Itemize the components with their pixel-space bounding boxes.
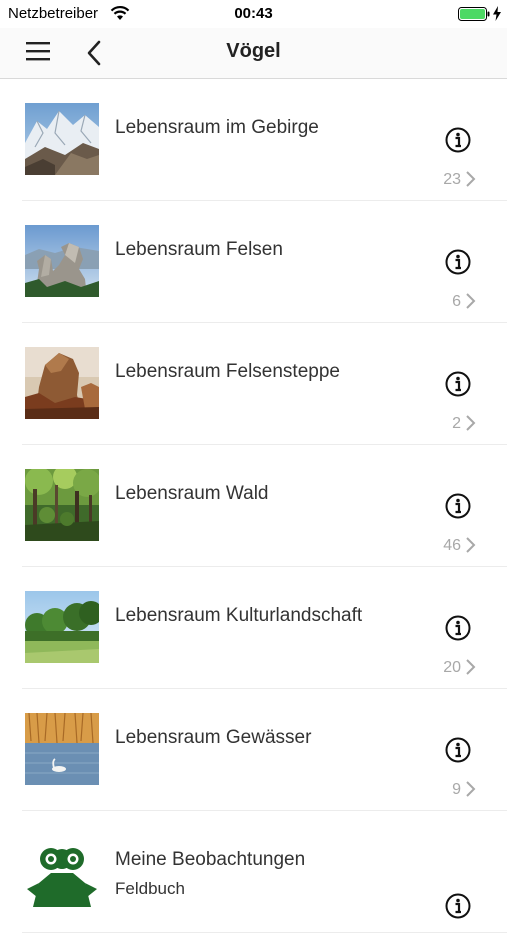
rock-tower-photo xyxy=(25,225,99,297)
list-item-title: Lebensraum Felsensteppe xyxy=(115,361,340,382)
info-icon[interactable] xyxy=(445,493,471,519)
chevron-right-icon xyxy=(466,293,476,309)
list-item-observations[interactable]: Meine Beobachtungen Feldbuch xyxy=(0,811,507,933)
item-count: 23 xyxy=(443,171,461,188)
list-item-title: Lebensraum Gewässer xyxy=(115,727,312,748)
status-time: 00:43 xyxy=(234,5,273,22)
charging-bolt-icon xyxy=(493,6,501,21)
habitat-list: Lebensraum im Gebirge 23 Lebensraum Fels… xyxy=(0,79,507,933)
chevron-right-icon xyxy=(466,659,476,675)
chevron-right-icon xyxy=(466,537,476,553)
list-item-title: Lebensraum Wald xyxy=(115,483,269,504)
list-item-gebirge[interactable]: Lebensraum im Gebirge 23 xyxy=(0,79,507,201)
rock-steppe-photo xyxy=(25,347,99,419)
item-count: 6 xyxy=(452,293,461,310)
chevron-right-icon xyxy=(466,781,476,797)
binoculars-icon xyxy=(25,835,99,907)
item-count: 9 xyxy=(452,781,461,798)
battery-icon xyxy=(458,7,490,21)
info-icon[interactable] xyxy=(445,249,471,275)
list-item-felsensteppe[interactable]: Lebensraum Felsensteppe 2 xyxy=(0,323,507,445)
info-icon[interactable] xyxy=(445,615,471,641)
list-item-gewaesser[interactable]: Lebensraum Gewässer 9 xyxy=(0,689,507,811)
status-bar: Netzbetreiber 00:43 xyxy=(0,0,507,28)
list-item-title: Lebensraum Felsen xyxy=(115,239,283,260)
list-item-subtitle: Feldbuch xyxy=(115,879,185,898)
page-title: Vögel xyxy=(226,40,281,62)
info-icon[interactable] xyxy=(445,371,471,397)
chevron-right-icon xyxy=(466,171,476,187)
item-count: 46 xyxy=(443,537,461,554)
list-item-felsen[interactable]: Lebensraum Felsen 6 xyxy=(0,201,507,323)
list-item-title: Lebensraum Kulturlandschaft xyxy=(115,605,363,626)
forest-photo xyxy=(25,469,99,541)
item-count: 20 xyxy=(443,659,461,676)
lake-swan-photo xyxy=(25,713,99,785)
info-icon[interactable] xyxy=(445,893,471,919)
mountain-glacier-photo xyxy=(25,103,99,175)
navigation-bar: Vögel xyxy=(0,28,507,79)
info-icon[interactable] xyxy=(445,127,471,153)
info-icon[interactable] xyxy=(445,737,471,763)
list-item-title: Lebensraum im Gebirge xyxy=(115,117,319,138)
meadow-trees-photo xyxy=(25,591,99,663)
chevron-right-icon xyxy=(466,415,476,431)
list-item-title: Meine Beobachtungen xyxy=(115,849,306,870)
item-count: 2 xyxy=(452,415,461,432)
list-item-wald[interactable]: Lebensraum Wald 46 xyxy=(0,445,507,567)
list-item-kulturlandschaft[interactable]: Lebensraum Kulturlandschaft 20 xyxy=(0,567,507,689)
